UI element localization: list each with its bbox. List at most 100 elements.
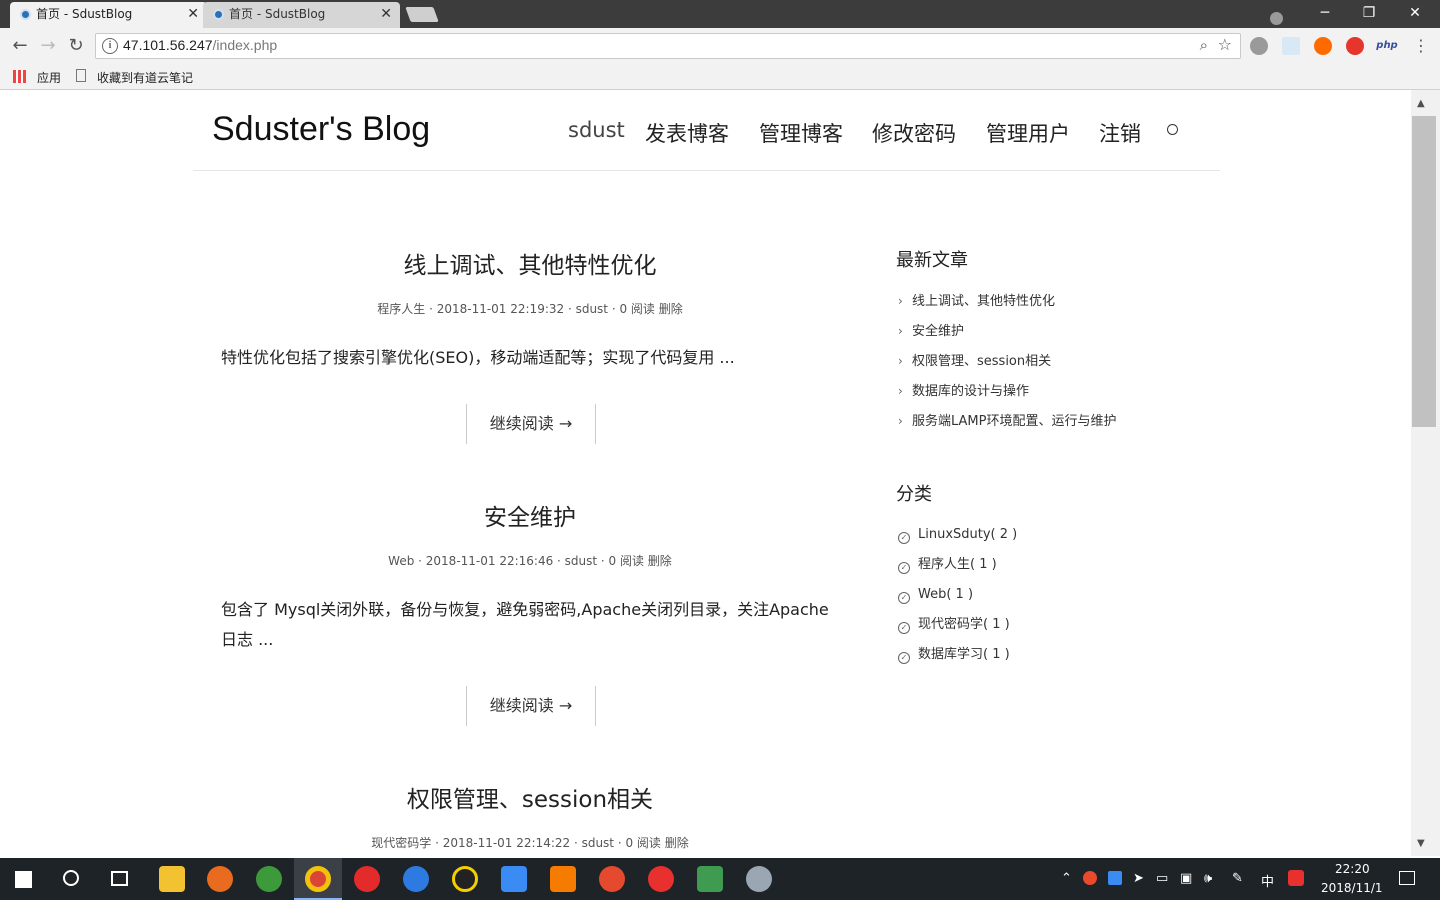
reload-icon[interactable]: ↻	[64, 34, 88, 58]
post-meta: 程序人生 · 2018-11-01 22:19:32 · sdust · 0 阅…	[377, 302, 683, 316]
read-more-button[interactable]: 继续阅读 →	[466, 404, 596, 444]
address-bar[interactable]: i 47.101.56.247/index.php ⌕ ☆	[95, 33, 1241, 59]
category-link[interactable]: ✓ 数据库学习( 1 )	[898, 645, 1010, 665]
profile-icon[interactable]	[1270, 12, 1283, 25]
minimize-button[interactable]: ─	[1302, 0, 1348, 28]
post-excerpt-line: 包含了 Mysql关闭外联，备份与恢复，避免弱密码,Apache关闭列目录，关注…	[221, 600, 829, 619]
category-link[interactable]: ✓ LinuxSduty( 2 )	[898, 525, 1017, 545]
info-icon[interactable]: i	[102, 38, 118, 54]
nav-item-new-post[interactable]: 发表博客	[645, 118, 729, 148]
wechat-dev-icon[interactable]	[697, 866, 723, 892]
sogou-browser-icon[interactable]	[403, 866, 429, 892]
post-title[interactable]: 线上调试、其他特性优化	[220, 246, 840, 280]
extension-translate-icon[interactable]	[1282, 37, 1300, 55]
task-view-icon[interactable]	[111, 871, 128, 886]
tray-network-icon[interactable]: ▣	[1180, 871, 1192, 886]
read-more-button[interactable]: 继续阅读 →	[466, 686, 596, 726]
zoom-icon[interactable]: ⌕	[1200, 36, 1208, 54]
extension-php-icon[interactable]: php	[1376, 37, 1398, 55]
tab-active[interactable]: 首页 - SdustBlog ✕	[10, 2, 207, 28]
post-excerpt: 特性优化包括了搜索引擎优化(SEO)，移动端适配等；实现了代码复用 ...	[221, 348, 735, 367]
nav-item-logout[interactable]: 注销	[1099, 118, 1141, 148]
tab-inactive[interactable]: 首页 - SdustBlog ✕	[203, 2, 400, 28]
chevron-right-icon: ›	[898, 324, 903, 338]
notification-icon[interactable]	[1399, 871, 1415, 885]
clock-date[interactable]: 2018/11/1	[1321, 881, 1383, 895]
start-windows-icon[interactable]	[15, 871, 32, 888]
tray-app-icon[interactable]	[1083, 871, 1097, 885]
dingtalk-icon[interactable]	[501, 866, 527, 892]
file-explorer-icon[interactable]	[159, 866, 185, 892]
sublime-text-icon[interactable]	[550, 866, 576, 892]
nav-divider	[193, 170, 1220, 171]
nav-item-user[interactable]: sdust	[568, 118, 625, 142]
close-window-button[interactable]: ✕	[1392, 0, 1438, 28]
scroll-down-arrow-icon[interactable]: ▼	[1417, 838, 1425, 849]
url-text[interactable]: 47.101.56.247/index.php	[123, 37, 277, 53]
post-meta: Web · 2018-11-01 22:16:46 · sdust · 0 阅读…	[388, 554, 672, 568]
latest-post-link[interactable]: › 线上调试、其他特性优化	[898, 291, 1055, 311]
bookmark-item[interactable]: 收藏到有道云笔记	[97, 69, 193, 86]
extension-weibo-icon[interactable]	[1346, 37, 1364, 55]
tray-chevron-up-icon[interactable]: ⌃	[1061, 871, 1072, 886]
app-avatar-icon[interactable]	[746, 866, 772, 892]
tray-volume-icon[interactable]: 🕪	[1204, 871, 1212, 886]
latest-post-link[interactable]: › 服务端LAMP环境配置、运行与维护	[898, 411, 1117, 431]
firefox-icon[interactable]	[207, 866, 233, 892]
qq-icon[interactable]	[452, 866, 478, 892]
tab-label: 首页 - SdustBlog	[36, 7, 133, 21]
menu-kebab-icon[interactable]: ⋮	[1412, 37, 1430, 55]
forward-arrow-icon[interactable]: →	[36, 34, 60, 58]
green-globe-icon[interactable]	[256, 866, 282, 892]
latest-post-link[interactable]: › 数据库的设计与操作	[898, 381, 1029, 401]
chevron-right-icon: ›	[898, 384, 903, 398]
tray-send-icon[interactable]: ➤	[1133, 871, 1144, 886]
extension-globe-icon[interactable]	[1250, 37, 1268, 55]
weibo-icon[interactable]	[648, 866, 674, 892]
post-title[interactable]: 安全维护	[220, 498, 840, 532]
bookmark-page-icon	[76, 69, 86, 82]
apps-grid-icon[interactable]	[13, 70, 26, 83]
post-title[interactable]: 权限管理、session相关	[220, 780, 840, 814]
site-title[interactable]: Sduster's Blog	[212, 110, 430, 149]
apps-label[interactable]: 应用	[37, 69, 61, 86]
red-app-icon[interactable]	[599, 866, 625, 892]
site-favicon-icon	[20, 9, 31, 20]
close-icon[interactable]: ✕	[187, 2, 199, 26]
windows-taskbar: ⌃ ➤ ▭ ▣ 🕪 ✎ 中 22:20 2018/11/1	[0, 858, 1440, 900]
category-link[interactable]: ✓ Web( 1 )	[898, 585, 973, 605]
tray-dingtalk-icon[interactable]	[1108, 871, 1122, 885]
clock-time[interactable]: 22:20	[1335, 862, 1370, 876]
category-link[interactable]: ✓ 现代密码学( 1 )	[898, 615, 1010, 635]
nav-item-manage-users[interactable]: 管理用户	[986, 118, 1070, 148]
sogou-ime-icon[interactable]	[1288, 870, 1304, 886]
scroll-up-arrow-icon[interactable]: ▲	[1417, 98, 1425, 109]
nav-item-change-password[interactable]: 修改密码	[872, 118, 956, 148]
bookmarks-bar: 应用 收藏到有道云笔记	[0, 64, 1440, 90]
latest-post-link[interactable]: › 权限管理、session相关	[898, 351, 1051, 371]
ime-indicator[interactable]: 中	[1261, 871, 1274, 890]
check-circle-icon: ✓	[898, 562, 910, 574]
tray-battery-icon[interactable]: ▭	[1156, 871, 1168, 886]
check-circle-icon: ✓	[898, 622, 910, 634]
latest-posts-heading: 最新文章	[896, 250, 968, 271]
site-favicon-icon	[213, 9, 224, 20]
browser-titlebar: 首页 - SdustBlog ✕ 首页 - SdustBlog ✕ ─ ❐ ✕	[0, 0, 1440, 28]
extension-orange-icon[interactable]	[1314, 37, 1332, 55]
new-tab-button[interactable]	[405, 7, 439, 22]
bookmark-star-icon[interactable]: ☆	[1218, 35, 1232, 54]
search-icon[interactable]	[1167, 124, 1178, 135]
netease-music-icon[interactable]	[354, 866, 380, 892]
chrome-icon[interactable]	[305, 866, 331, 892]
check-circle-icon: ✓	[898, 652, 910, 664]
maximize-button[interactable]: ❐	[1346, 0, 1392, 28]
latest-post-link[interactable]: › 安全维护	[898, 321, 964, 341]
back-arrow-icon[interactable]: ←	[8, 34, 32, 58]
category-link[interactable]: ✓ 程序人生( 1 )	[898, 555, 997, 575]
tray-pen-icon[interactable]: ✎	[1232, 871, 1243, 886]
post-excerpt-line: 日志 ...	[221, 630, 274, 649]
scrollbar-thumb[interactable]	[1412, 116, 1436, 427]
nav-item-manage-posts[interactable]: 管理博客	[759, 118, 843, 148]
search-circle-icon[interactable]	[63, 870, 79, 886]
close-icon[interactable]: ✕	[380, 2, 392, 26]
